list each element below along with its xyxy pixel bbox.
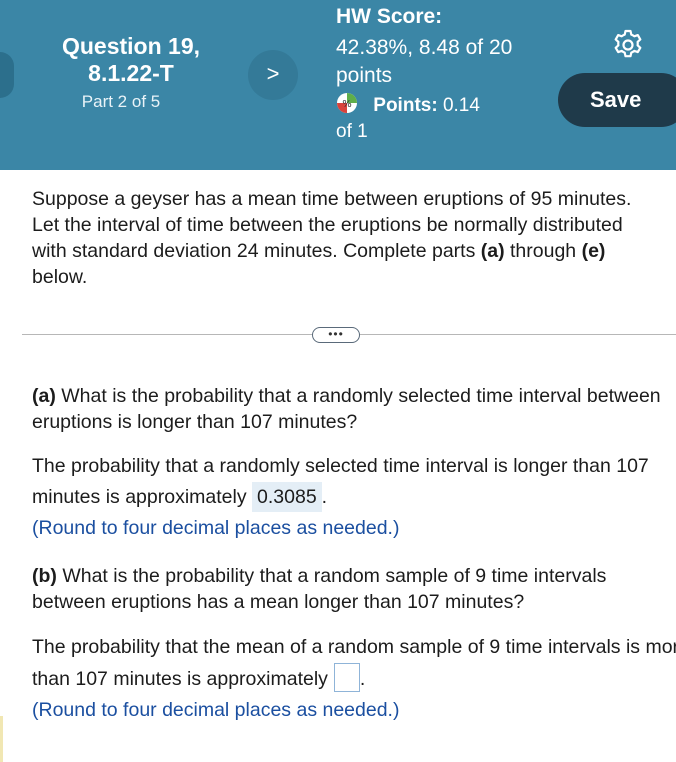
intro-line: Let the interval of time between the eru… <box>32 214 623 236</box>
part-a-tag: (a) <box>32 385 56 407</box>
left-edge-marker <box>0 716 3 762</box>
question-title: Question 19, 8.1.22-T <box>61 33 201 86</box>
intro-text: with standard deviation 24 minutes. Comp… <box>32 240 481 262</box>
hw-score-label: HW Score: <box>336 5 443 28</box>
page: Question 19, 8.1.22-T Part 2 of 5 > HW S… <box>0 0 676 762</box>
svg-text:%: % <box>342 99 352 110</box>
save-button[interactable]: Save <box>558 73 676 127</box>
gear-icon[interactable] <box>611 28 645 62</box>
points-row: % Points: 0.14 <box>336 92 480 117</box>
intro-line: Suppose a geyser has a mean time between… <box>32 188 632 210</box>
expand-button[interactable]: ••• <box>312 327 360 343</box>
part-a-answer-text: The probability that a randomly selected… <box>32 455 649 508</box>
intro-line: below. <box>32 266 88 288</box>
part-b-answer: The probability that the mean of a rando… <box>32 632 676 726</box>
part-b-question: (b) What is the probability that a rando… <box>32 563 672 615</box>
points-label: Points: <box>373 95 438 116</box>
chevron-right-icon: > <box>266 61 280 86</box>
part-b-question-text: What is the probability that a random sa… <box>32 565 607 613</box>
partial-credit-icon: % <box>337 93 357 113</box>
period: . <box>359 668 366 690</box>
part-a-hint: (Round to four decimal places as needed.… <box>32 517 400 539</box>
intro-part-a-ref: (a) <box>480 240 505 262</box>
points-of: of 1 <box>336 121 368 142</box>
part-b-tag: (b) <box>32 565 57 587</box>
part-a-answer: The probability that a randomly selected… <box>32 451 676 544</box>
part-b-answer-input[interactable] <box>333 663 360 692</box>
intro-part-e-ref: (e) <box>581 240 606 262</box>
period: . <box>321 486 328 508</box>
problem-intro: Suppose a geyser has a mean time between… <box>32 186 672 290</box>
question-part: Part 2 of 5 <box>81 92 161 111</box>
hw-score-value: 42.38%, 8.48 of 20 points <box>336 36 513 87</box>
part-a-question-text: What is the probability that a randomly … <box>32 385 661 433</box>
part-a-question: (a) What is the probability that a rando… <box>32 383 672 435</box>
points-value: 0.14 <box>442 95 480 116</box>
intro-text: through <box>504 240 582 262</box>
intro-line: with standard deviation 24 minutes. Comp… <box>32 238 672 264</box>
question-header: Question 19, 8.1.22-T Part 2 of 5 > HW S… <box>0 0 676 170</box>
part-b-hint: (Round to four decimal places as needed.… <box>32 699 400 721</box>
previous-question-button[interactable] <box>0 52 14 98</box>
next-question-button[interactable]: > <box>248 50 298 100</box>
part-a-answer-value[interactable]: 0.3085 <box>252 482 322 512</box>
